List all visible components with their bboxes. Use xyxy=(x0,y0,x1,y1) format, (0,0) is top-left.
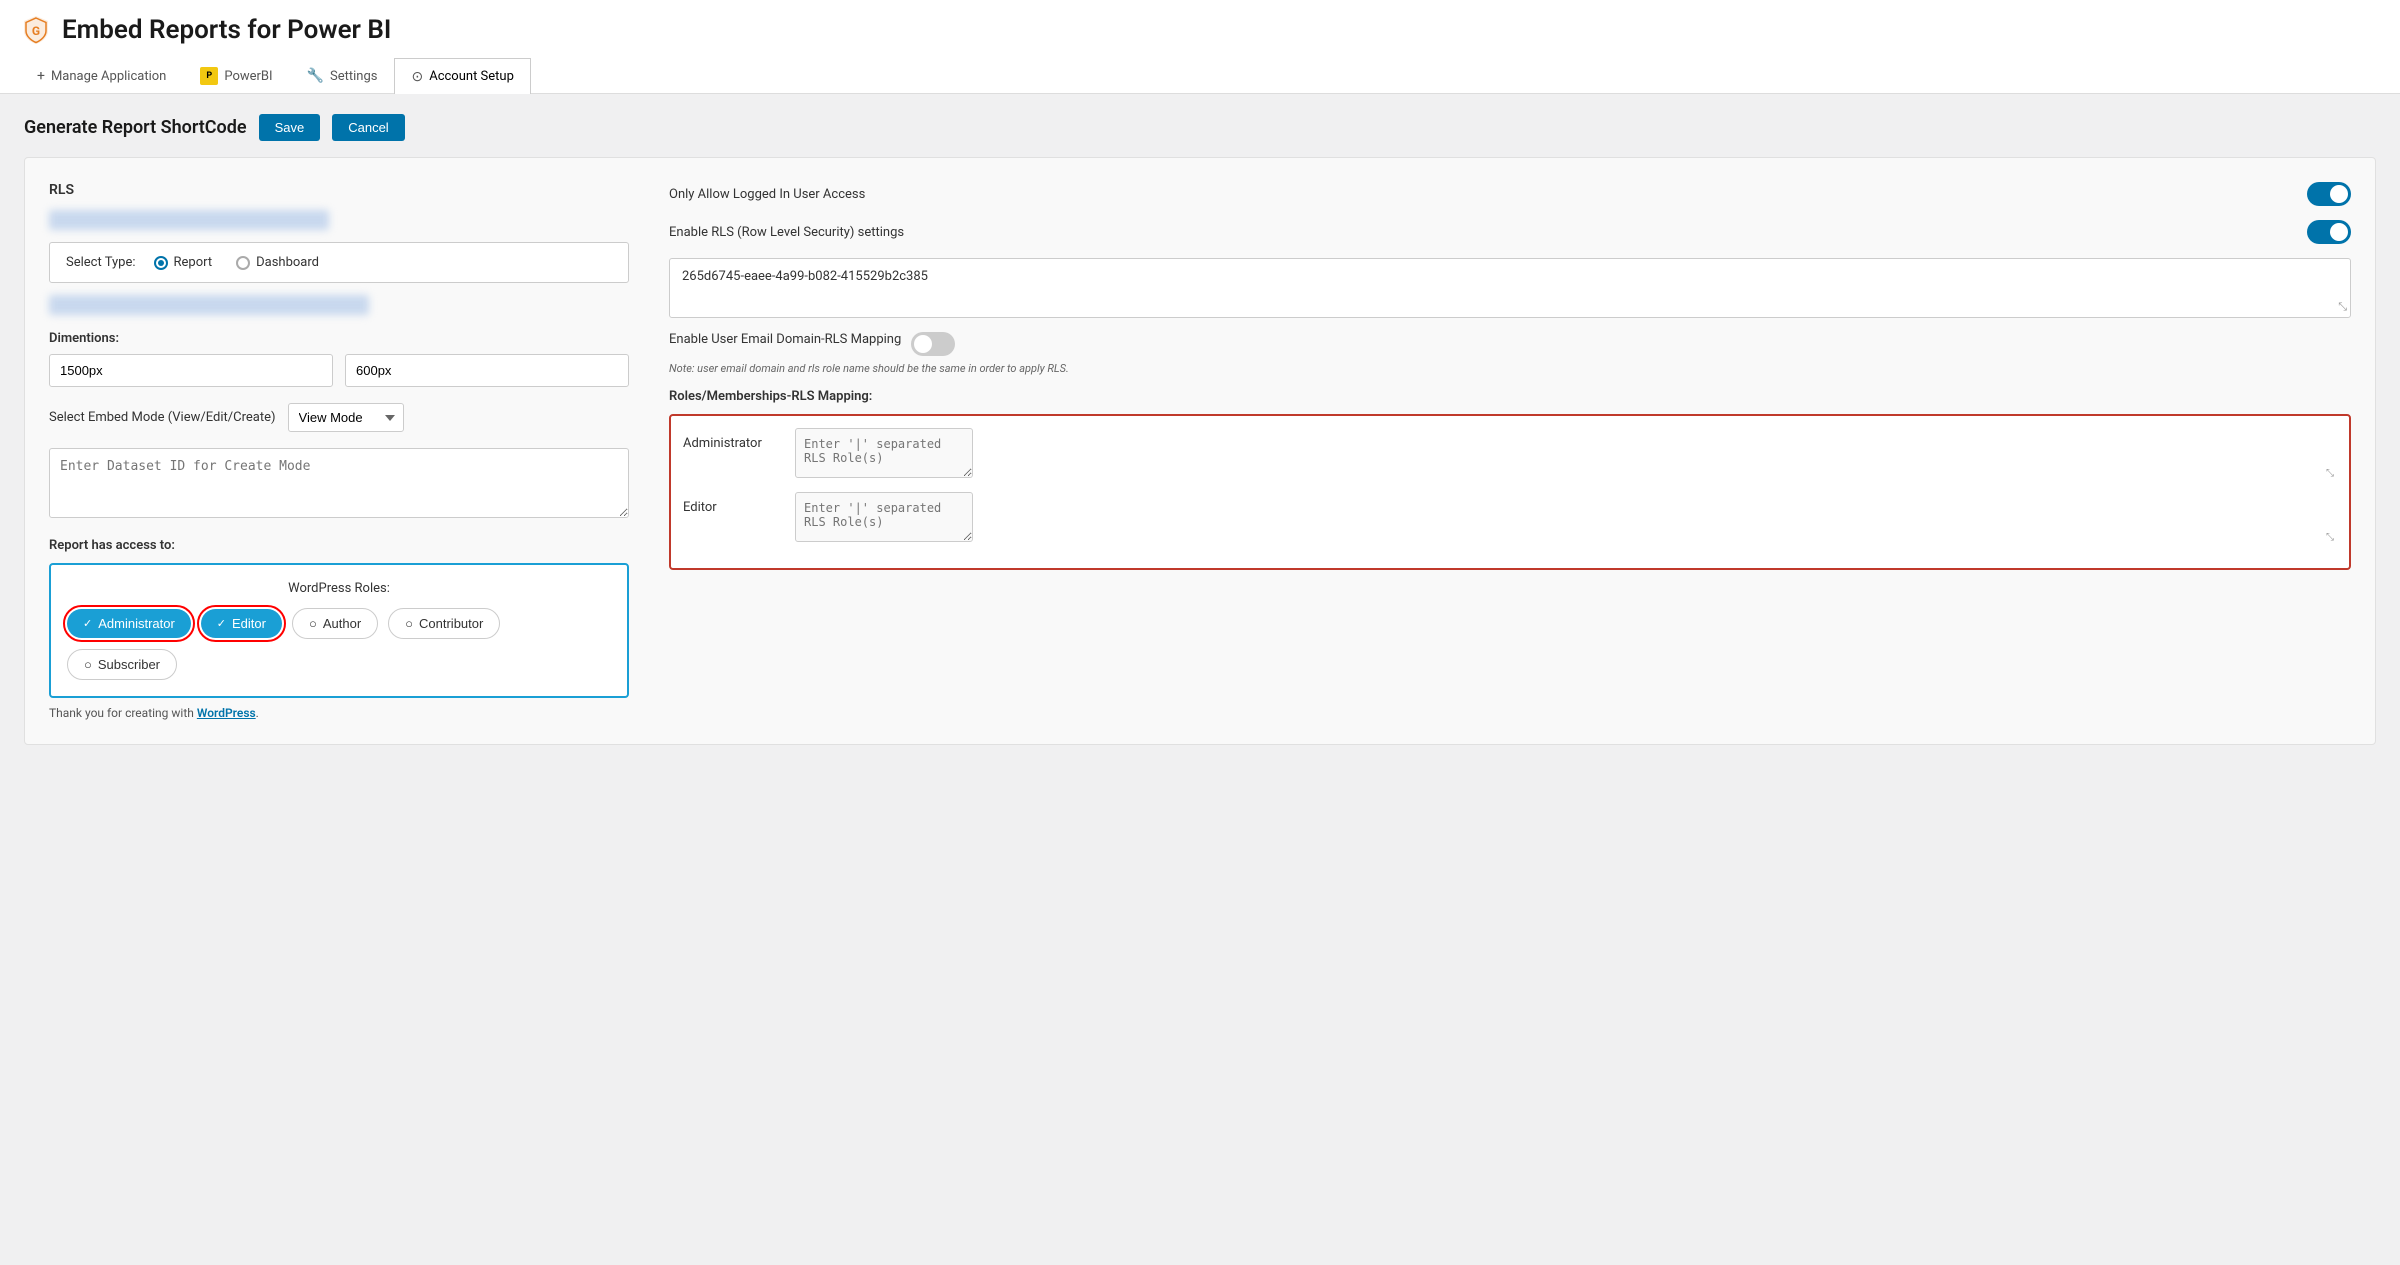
app-logo-icon: G xyxy=(20,14,52,46)
tab-powerbi[interactable]: P PowerBI xyxy=(183,58,289,93)
rls-editor-name: Editor xyxy=(683,492,783,515)
role-contributor-label: Contributor xyxy=(419,616,483,631)
tab-settings[interactable]: 🔧 Settings xyxy=(290,58,395,93)
blurred-field-2 xyxy=(49,295,369,315)
rls-settings-toggle-row: Enable RLS (Row Level Security) settings xyxy=(669,220,2351,244)
logged-in-label: Only Allow Logged In User Access xyxy=(669,187,865,202)
rls-editor-row: Editor ⤡ xyxy=(683,492,2337,546)
select-type-label: Select Type: xyxy=(66,255,136,270)
access-label: Report has access to: xyxy=(49,538,629,553)
guid-value: 265d6745-eaee-4a99-b082-415529b2c385 xyxy=(682,269,928,284)
rls-admin-textarea[interactable] xyxy=(795,428,973,478)
embed-mode-select[interactable]: View Mode Edit Mode Create Mode xyxy=(288,403,404,432)
signin-icon: ⊙ xyxy=(411,69,423,85)
tab-account-setup-label: Account Setup xyxy=(429,69,514,84)
radio-report[interactable]: Report xyxy=(154,255,213,270)
wordpress-roles-title: WordPress Roles: xyxy=(67,581,611,596)
tab-manage-application-label: Manage Application xyxy=(51,69,166,84)
rls-editor-textarea[interactable] xyxy=(795,492,973,542)
dimensions-label: Dimentions: xyxy=(49,331,629,346)
logged-in-slider xyxy=(2307,182,2351,206)
embed-mode-label: Select Embed Mode (View/Edit/Create) xyxy=(49,410,276,425)
role-subscriber-label: Subscriber xyxy=(98,657,160,672)
email-domain-toggle-row: Enable User Email Domain-RLS Mapping xyxy=(669,332,2351,356)
rls-mapping-label: Roles/Memberships-RLS Mapping: xyxy=(669,389,2351,404)
rls-admin-resize-icon: ⤡ xyxy=(2326,468,2334,479)
plus-icon: + xyxy=(37,68,45,84)
tab-powerbi-label: PowerBI xyxy=(224,69,272,84)
wp-credit: Thank you for creating with WordPress. xyxy=(49,706,629,720)
blurred-field-1 xyxy=(49,210,329,230)
radio-contributor-icon: ○ xyxy=(405,616,413,631)
email-domain-toggle[interactable] xyxy=(911,332,955,356)
rls-admin-name: Administrator xyxy=(683,428,783,451)
role-administrator-button[interactable]: ✓ Administrator xyxy=(67,609,191,638)
rls-admin-row: Administrator ⤡ xyxy=(683,428,2337,482)
rls-settings-toggle[interactable] xyxy=(2307,220,2351,244)
guid-box: 265d6745-eaee-4a99-b082-415529b2c385 ⤡ xyxy=(669,258,2351,318)
main-card: RLS Select Type: Report Dashboard Diment… xyxy=(24,157,2376,745)
rls-mapping-box: Administrator ⤡ Editor ⤡ xyxy=(669,414,2351,570)
radio-dashboard-dot xyxy=(236,256,250,270)
check-admin-icon: ✓ xyxy=(83,617,92,630)
role-contributor-button[interactable]: ○ Contributor xyxy=(388,608,500,639)
cancel-button[interactable]: Cancel xyxy=(332,114,404,141)
role-author-label: Author xyxy=(323,616,361,631)
dataset-id-textarea[interactable] xyxy=(49,448,629,518)
select-type-box: Select Type: Report Dashboard xyxy=(49,242,629,283)
rls-section-label: RLS xyxy=(49,182,629,198)
powerbi-icon: P xyxy=(200,67,218,85)
wp-credit-text: Thank you for creating with xyxy=(49,706,194,720)
radio-report-dot xyxy=(154,256,168,270)
embed-mode-select-wrap: View Mode Edit Mode Create Mode xyxy=(288,403,404,432)
app-title-row: G Embed Reports for Power BI xyxy=(20,14,2380,46)
dimensions-row xyxy=(49,354,629,387)
save-button[interactable]: Save xyxy=(259,114,321,141)
left-column: RLS Select Type: Report Dashboard Diment… xyxy=(49,182,629,720)
role-administrator-label: Administrator xyxy=(98,616,175,631)
email-domain-slider xyxy=(911,332,955,356)
roles-row: ✓ Administrator ✓ Editor ○ Author ○ xyxy=(67,608,611,680)
role-editor-label: Editor xyxy=(232,616,266,631)
radio-report-label: Report xyxy=(174,255,213,270)
rls-editor-resize-icon: ⤡ xyxy=(2326,532,2334,543)
tab-account-setup[interactable]: ⊙ Account Setup xyxy=(394,58,530,94)
page-content: Generate Report ShortCode Save Cancel RL… xyxy=(0,94,2400,765)
role-editor-button[interactable]: ✓ Editor xyxy=(201,609,282,638)
email-domain-label: Enable User Email Domain-RLS Mapping xyxy=(669,332,901,347)
app-title-text: Embed Reports for Power BI xyxy=(62,15,391,45)
wrench-icon: 🔧 xyxy=(307,68,324,84)
radio-dashboard-label: Dashboard xyxy=(256,255,319,270)
embed-mode-row: Select Embed Mode (View/Edit/Create) Vie… xyxy=(49,403,629,432)
rls-settings-slider xyxy=(2307,220,2351,244)
logged-in-toggle[interactable] xyxy=(2307,182,2351,206)
app-header: G Embed Reports for Power BI + Manage Ap… xyxy=(0,0,2400,94)
check-editor-icon: ✓ xyxy=(217,617,226,630)
radio-subscriber-icon: ○ xyxy=(84,657,92,672)
wp-credit-link[interactable]: WordPress xyxy=(197,706,256,720)
svg-text:G: G xyxy=(32,24,40,38)
logged-in-toggle-row: Only Allow Logged In User Access xyxy=(669,182,2351,206)
roles-box: WordPress Roles: ✓ Administrator ✓ Edito… xyxy=(49,563,629,698)
right-column: Only Allow Logged In User Access Enable … xyxy=(669,182,2351,720)
guid-resize-icon: ⤡ xyxy=(2338,300,2347,314)
email-note: Note: user email domain and rls role nam… xyxy=(669,362,2351,375)
tab-manage-application[interactable]: + Manage Application xyxy=(20,58,183,93)
page-heading-row: Generate Report ShortCode Save Cancel xyxy=(24,114,2376,141)
tab-settings-label: Settings xyxy=(330,69,377,84)
width-input[interactable] xyxy=(49,354,333,387)
nav-tabs: + Manage Application P PowerBI 🔧 Setting… xyxy=(20,58,2380,93)
height-input[interactable] xyxy=(345,354,629,387)
radio-author-icon: ○ xyxy=(309,616,317,631)
radio-dashboard[interactable]: Dashboard xyxy=(236,255,319,270)
page-heading: Generate Report ShortCode xyxy=(24,117,247,138)
role-subscriber-button[interactable]: ○ Subscriber xyxy=(67,649,177,680)
role-author-button[interactable]: ○ Author xyxy=(292,608,378,639)
rls-settings-label: Enable RLS (Row Level Security) settings xyxy=(669,225,904,240)
